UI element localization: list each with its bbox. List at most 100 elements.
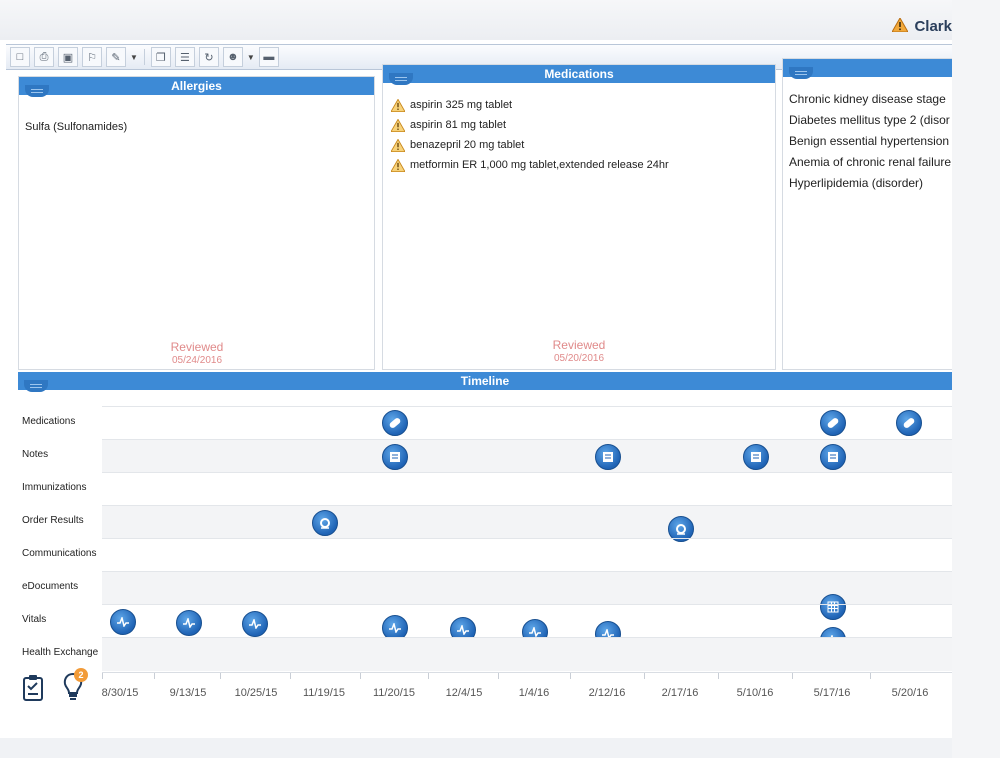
vitals-icon[interactable] (110, 609, 136, 635)
date-tick (644, 673, 645, 679)
copy-icon[interactable]: ❐ (150, 47, 171, 67)
timeline-row-label: Vitals (22, 614, 47, 625)
note-icon[interactable] (595, 444, 621, 470)
footer-bar (0, 738, 952, 758)
timeline-row-label: Medications (22, 416, 76, 427)
card-icon[interactable]: ▬ (258, 47, 279, 67)
panel-grip-icon[interactable] (24, 380, 48, 392)
timeline-row-notes: Notes (18, 439, 952, 473)
date-tick (498, 673, 499, 679)
vitals-icon[interactable] (242, 611, 268, 637)
date-label[interactable]: 2/12/16 (589, 687, 626, 699)
medication-pill-icon[interactable] (382, 410, 408, 436)
date-tick (154, 673, 155, 679)
medication-name: aspirin 325 mg tablet (410, 99, 513, 111)
date-label[interactable]: 12/4/15 (446, 687, 483, 699)
medication-item[interactable]: aspirin 325 mg tablet (391, 95, 669, 115)
problem-item[interactable]: Diabetes mellitus type 2 (disor (789, 110, 951, 131)
date-label[interactable]: 5/17/16 (814, 687, 851, 699)
date-tick (102, 673, 103, 679)
app-window: Clark □ ⎙ ▣ ⚐ ✎ ▼ ❐ ☰ ↻ ☻ ▼ ▬ Allergies … (0, 0, 956, 758)
medication-pill-icon[interactable] (896, 410, 922, 436)
print-icon[interactable]: ⎙ (34, 47, 54, 67)
date-label[interactable]: 11/20/15 (373, 687, 415, 699)
warning-icon (391, 118, 405, 132)
problem-item[interactable]: Chronic kidney disease stage (789, 89, 951, 110)
problem-item[interactable]: Hyperlipidemia (disorder) (789, 173, 951, 194)
allergy-item[interactable]: Sulfa (Sulfonamides) (25, 121, 127, 133)
note-icon[interactable] (820, 444, 846, 470)
panel-grip-icon[interactable] (25, 85, 49, 97)
timeline-track (102, 472, 952, 506)
patient-name[interactable]: Clark (914, 18, 952, 35)
date-tick (290, 673, 291, 679)
panel-grip-icon[interactable] (789, 67, 813, 79)
bookmark-icon[interactable]: ⚐ (82, 47, 102, 67)
warning-icon (391, 158, 405, 172)
top-header: Clark (0, 0, 952, 40)
date-label[interactable]: 8/30/15 (102, 687, 139, 699)
timeline-row-medications: Medications (18, 406, 952, 439)
timeline-row-health-exchange: Health Exchange (18, 637, 952, 671)
medication-name: benazepril 20 mg tablet (410, 139, 525, 151)
timeline-panel: Timeline Medications Notes Immunizations (18, 372, 952, 742)
timeline-row-label: Health Exchange (22, 647, 99, 658)
new-doc-icon[interactable]: □ (10, 47, 30, 67)
timeline-track (102, 406, 952, 440)
allergies-header[interactable]: Allergies (19, 77, 374, 95)
problem-item[interactable]: Benign essential hypertension (789, 131, 951, 152)
timeline-track (102, 571, 952, 620)
timeline-track (102, 538, 952, 572)
chevron-down-icon[interactable]: ▼ (130, 53, 138, 62)
warning-icon (391, 98, 405, 112)
microscope-icon[interactable] (312, 510, 338, 536)
medications-header[interactable]: Medications (383, 65, 775, 83)
date-label[interactable]: 10/25/15 (235, 687, 278, 699)
vitals-icon[interactable] (176, 610, 202, 636)
notification-badge[interactable]: 2 (74, 668, 88, 682)
medication-item[interactable]: aspirin 81 mg tablet (391, 115, 669, 135)
medication-pill-icon[interactable] (820, 410, 846, 436)
warning-icon (892, 18, 908, 32)
date-label[interactable]: 11/19/15 (303, 687, 345, 699)
medication-item[interactable]: metformin ER 1,000 mg tablet,extended re… (391, 155, 669, 175)
panel-grip-icon[interactable] (389, 73, 413, 85)
reviewed-date: 05/20/2016 (553, 353, 605, 364)
contacts-icon[interactable]: ☻ (222, 47, 243, 67)
allergy-list: Sulfa (Sulfonamides) (25, 121, 127, 133)
medication-item[interactable]: benazepril 20 mg tablet (391, 135, 669, 155)
date-label[interactable]: 1/4/16 (519, 687, 550, 699)
problems-panel: Chronic kidney disease stage Diabetes me… (782, 58, 953, 370)
problem-item[interactable]: Anemia of chronic renal failure (789, 152, 951, 173)
note-icon[interactable] (382, 444, 408, 470)
timeline-row-label: Communications (22, 548, 97, 559)
timeline-row-label: Order Results (22, 515, 84, 526)
medication-name: metformin ER 1,000 mg tablet,extended re… (410, 159, 669, 171)
chevron-down-icon[interactable]: ▼ (247, 53, 255, 62)
date-label[interactable]: 5/10/16 (737, 687, 774, 699)
warning-icon (391, 138, 405, 152)
save-icon[interactable]: ▣ (58, 47, 78, 67)
list-icon[interactable]: ☰ (174, 47, 195, 67)
medications-reviewed[interactable]: Reviewed 05/20/2016 (529, 339, 629, 365)
reviewed-label: Reviewed (170, 340, 224, 354)
clipboard-check-icon[interactable] (22, 674, 44, 702)
timeline-row-label: Notes (22, 449, 49, 460)
allergies-panel: Allergies Sulfa (Sulfonamides) Reviewed … (18, 76, 375, 370)
refresh-icon[interactable]: ↻ (198, 47, 219, 67)
medication-list: aspirin 325 mg tablet aspirin 81 mg tabl… (391, 95, 669, 175)
problem-list: Chronic kidney disease stage Diabetes me… (789, 89, 951, 194)
timeline-row-label: Immunizations (22, 482, 87, 493)
timeline-track (102, 637, 952, 671)
note-icon[interactable] (743, 444, 769, 470)
timeline-row-immunizations: Immunizations (18, 472, 952, 505)
date-label[interactable]: 5/20/16 (892, 687, 929, 699)
allergies-reviewed[interactable]: Reviewed 05/24/2016 (147, 341, 247, 367)
background-edge (952, 0, 1000, 758)
timeline-track (102, 505, 952, 542)
reviewed-date: 05/24/2016 (171, 355, 223, 366)
timeline-header[interactable]: Timeline (18, 372, 952, 390)
date-label[interactable]: 2/17/16 (662, 687, 699, 699)
date-label[interactable]: 9/13/15 (170, 687, 207, 699)
edit-icon[interactable]: ✎ (106, 47, 126, 67)
